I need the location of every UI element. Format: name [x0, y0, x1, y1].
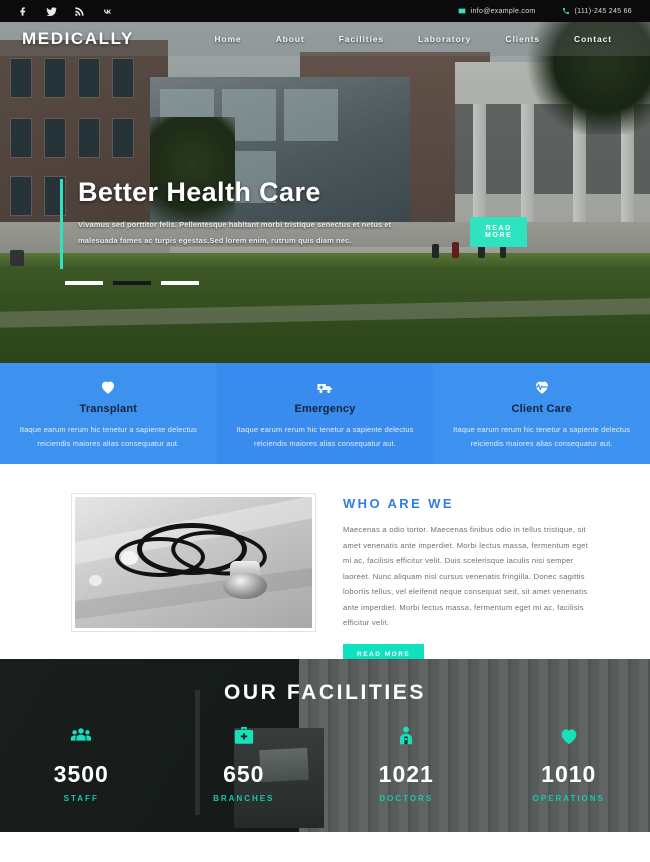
nav-item-contact[interactable]: Contact [574, 34, 612, 44]
main-navigation: MEDICALLY Home About Facilities Laborato… [0, 22, 650, 56]
ambulance-icon [317, 384, 332, 393]
slider-pagination [65, 281, 199, 285]
about-section: WHO ARE WE Maecenas a odio tortor. Maece… [0, 464, 650, 665]
counter-label: STAFF [63, 794, 99, 803]
counter-branches: 650 BRANCHES [163, 725, 326, 803]
facilities-section: OUR FACILITIES 3500 STAFF 650 BRANCHES 1… [0, 659, 650, 832]
counters-row: 3500 STAFF 650 BRANCHES 1021 DOCTORS 101… [0, 725, 650, 803]
service-title: Emergency [294, 403, 356, 415]
hero-title: Better Health Care [78, 177, 321, 207]
heart-icon [561, 729, 577, 745]
counter-staff: 3500 STAFF [0, 725, 163, 803]
facebook-icon[interactable] [18, 6, 29, 17]
medkit-icon [234, 726, 253, 744]
counter-value: 650 [223, 761, 265, 787]
service-card-transplant[interactable]: Transplant Itaque earum rerum hic tenetu… [0, 363, 217, 464]
hero-accent-bar [60, 179, 63, 269]
nav-item-laboratory[interactable]: Laboratory [418, 34, 471, 44]
phone-text: (111)-245 245 66 [574, 7, 632, 15]
counter-operations: 1010 OPERATIONS [488, 725, 650, 803]
hero-slider: Better Health Care Vivamus sed porttitor… [0, 22, 650, 363]
hero-read-more-button[interactable]: READ MORE [470, 217, 528, 247]
rss-icon[interactable] [74, 6, 85, 17]
vk-icon[interactable] [102, 6, 113, 17]
twitter-icon[interactable] [46, 6, 57, 17]
counter-label: BRANCHES [213, 794, 275, 803]
service-title: Transplant [79, 403, 138, 415]
doctor-icon [400, 726, 413, 745]
service-card-client-care[interactable]: Client Care Itaque earum rerum hic tenet… [433, 363, 650, 464]
hero-content: Better Health Care Vivamus sed porttitor… [60, 177, 528, 269]
counter-doctors: 1021 DOCTORS [325, 725, 488, 803]
phone-contact[interactable]: (111)-245 245 66 [562, 7, 632, 15]
nav-item-clients[interactable]: Clients [505, 34, 540, 44]
service-card-emergency[interactable]: Emergency Itaque earum rerum hic tenetur… [216, 363, 434, 464]
email-contact[interactable]: info@example.com [458, 7, 536, 15]
hero-description: Vivamus sed porttitor felis. Pellentesqu… [78, 220, 392, 245]
service-text: Itaque earum rerum hic tenetur a sapient… [19, 425, 197, 448]
users-icon [71, 728, 92, 741]
counter-value: 3500 [53, 761, 109, 787]
slider-dot-3[interactable] [161, 281, 199, 285]
top-bar: info@example.com (111)-245 245 66 [0, 0, 650, 22]
service-title: Client Care [511, 403, 572, 415]
service-text: Itaque earum rerum hic tenetur a sapient… [236, 425, 414, 448]
social-links [18, 6, 113, 17]
services-section: Transplant Itaque earum rerum hic tenetu… [0, 363, 650, 464]
stethoscope-photo [72, 494, 315, 631]
phone-icon [562, 8, 569, 14]
nav-item-facilities[interactable]: Facilities [339, 34, 384, 44]
nav-item-about[interactable]: About [276, 34, 305, 44]
email-text: info@example.com [470, 7, 536, 15]
about-content: WHO ARE WE Maecenas a odio tortor. Maece… [343, 494, 590, 665]
site-logo[interactable]: MEDICALLY [22, 29, 134, 49]
page-root: info@example.com (111)-245 245 66 MEDICA… [0, 0, 650, 832]
service-text: Itaque earum rerum hic tenetur a sapient… [453, 425, 631, 448]
heartbeat-icon [534, 381, 550, 394]
slider-dot-1[interactable] [65, 281, 103, 285]
nav-item-home[interactable]: Home [214, 34, 241, 44]
slider-dot-2[interactable] [113, 281, 151, 285]
about-text: Maecenas a odio tortor. Maecenas finibus… [343, 525, 589, 628]
counter-label: OPERATIONS [532, 794, 605, 803]
about-title: WHO ARE WE [343, 496, 454, 511]
counter-value: 1021 [378, 761, 434, 787]
contact-info: info@example.com (111)-245 245 66 [458, 7, 632, 15]
nav-links: Home About Facilities Laboratory Clients… [214, 34, 612, 44]
envelope-icon [458, 8, 466, 14]
counter-value: 1010 [541, 761, 597, 787]
counter-label: DOCTORS [379, 794, 434, 803]
facilities-title: OUR FACILITIES [223, 681, 427, 704]
heart-icon [102, 381, 115, 394]
